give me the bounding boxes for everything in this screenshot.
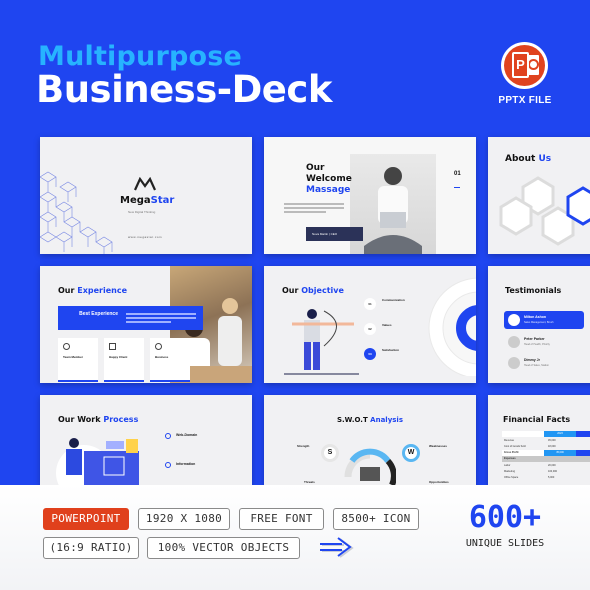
table-header-row: 2023: [502, 431, 590, 437]
powerpoint-letter: P: [512, 52, 529, 78]
card-business: Business: [150, 338, 190, 382]
target-rings: [428, 277, 476, 376]
slide-count: 600+: [468, 500, 542, 535]
check-icon: [165, 433, 171, 439]
hex-target-audience: [499, 196, 533, 236]
team-icon: [63, 343, 70, 350]
archer-illustration: [284, 309, 359, 375]
slide-title: S.W.O.T Analysis: [336, 416, 403, 424]
card-team-member: Team Member: [58, 338, 98, 382]
slide-work-process[interactable]: Our Work Process Web-Domain Information: [40, 395, 252, 485]
hexagon-diagram: [499, 176, 590, 246]
slide-experience[interactable]: Our Experience Best Experience Team Memb…: [40, 266, 252, 383]
slide-title: Testimonials: [505, 286, 562, 295]
step-label: Information: [176, 462, 196, 466]
slide-swot[interactable]: S.W.O.T Analysis S W Strength Weaknesses…: [264, 395, 476, 485]
tag-resolution: 1920 X 1080: [138, 508, 230, 530]
powerpoint-icon: P: [501, 42, 548, 89]
tag-vector: 100% VECTOR OBJECTS: [147, 537, 300, 559]
web-design-illustration: [56, 438, 139, 485]
powerpoint-icon-bg: P: [504, 45, 545, 86]
swot-center-graphic: [344, 448, 396, 485]
tag-powerpoint: POWERPOINT: [43, 508, 129, 530]
testimonial-item[interactable]: Peter Parker Head of Health, Priority: [504, 333, 584, 351]
arrow-right-icon: [320, 537, 354, 558]
tag-ratio: (16:9 RATIO): [43, 537, 139, 559]
hex-define-vision: [566, 186, 590, 226]
slide-testimonials[interactable]: Testimonials Milton Ashon Sales Manageme…: [488, 266, 590, 383]
title-business-deck: Business-Deck: [36, 68, 332, 111]
arrow-right-icon: [454, 187, 460, 188]
slide-title: Our Work Process: [58, 415, 139, 424]
testimonial-item[interactable]: Dimmy Jr Head of Sales, Station: [504, 354, 584, 372]
file-type-label: PPTX FILE: [498, 95, 552, 106]
slide-welcome[interactable]: Our Welcome Massage Nova Martin | CEO 01: [264, 137, 476, 254]
business-icon: [155, 343, 162, 350]
table-section-row: Expenses: [502, 456, 590, 462]
swot-label: Strength: [297, 444, 310, 448]
slide-about-us[interactable]: About Us: [488, 137, 590, 254]
slide-cover[interactable]: MegaStar New Digital Thinking www.megast…: [40, 137, 252, 254]
slide-financial[interactable]: Financial Facts 2023 Revenue 45,000 Cost …: [488, 395, 590, 485]
check-icon: [165, 462, 171, 468]
swot-label: Weaknesses: [429, 444, 447, 448]
tag-free-font: FREE FONT: [239, 508, 324, 530]
presenter-name-button[interactable]: Nova Martin | CEO: [306, 227, 363, 241]
tag-icons: 8500+ ICON: [333, 508, 419, 530]
slide-objective[interactable]: Our Objective 01 Communication 02 Values…: [264, 266, 476, 383]
table-row: Office Space 5,000: [504, 476, 555, 479]
swot-label: Threats: [304, 480, 315, 484]
slide-count-label: UNIQUE SLIDES: [465, 538, 545, 549]
brand-url: www.megastar.com: [128, 235, 163, 239]
swot-weakness-circle: W: [402, 444, 420, 462]
slide-title: Our Objective: [282, 286, 344, 295]
slide-title: Our Welcome Massage: [306, 163, 352, 195]
swot-label: Opportunities: [429, 480, 449, 484]
client-icon: [109, 343, 116, 350]
card-happy-client: Happy Client: [104, 338, 144, 382]
brand-name: MegaStar: [120, 195, 175, 206]
avatar: [508, 336, 520, 348]
slide-title: Financial Facts: [503, 415, 571, 424]
paragraph-placeholder: [284, 203, 344, 213]
slide-title: About Us: [505, 154, 552, 164]
avatar: [508, 314, 520, 326]
swot-strength-circle: S: [321, 444, 339, 462]
slide-title: Our Experience: [58, 286, 128, 295]
best-experience-banner: Best Experience: [58, 306, 203, 330]
step-label: Web-Domain: [176, 433, 198, 437]
avatar: [508, 357, 520, 369]
slide-number: 01: [454, 171, 461, 177]
megastar-logo-icon: [134, 177, 156, 191]
brand-tagline: New Digital Thinking: [128, 210, 156, 214]
testimonial-item[interactable]: Milton Ashon Sales Management, Brush: [504, 311, 584, 329]
